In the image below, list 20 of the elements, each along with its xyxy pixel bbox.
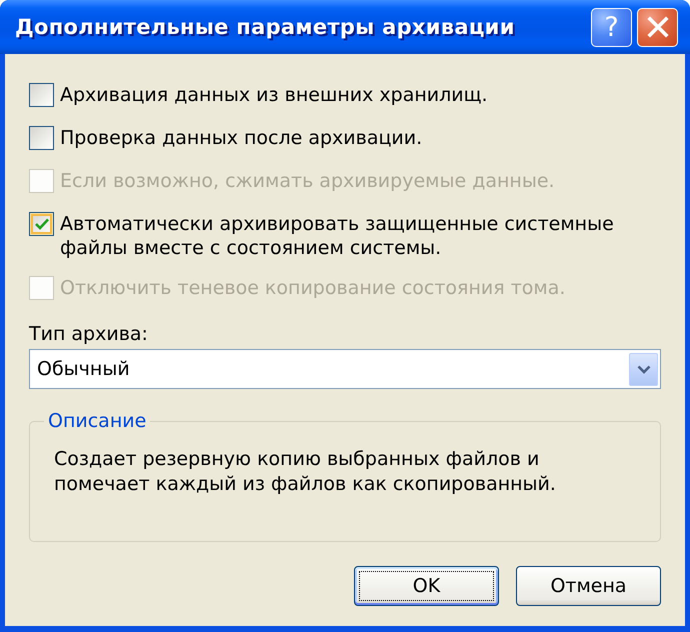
window-title: Дополнительные параметры архивации bbox=[15, 15, 516, 39]
dialog-button[interactable]: Отмена bbox=[516, 566, 661, 606]
dialog-button[interactable]: OK bbox=[354, 566, 499, 606]
checkbox[interactable] bbox=[29, 126, 54, 150]
field-label: Тип архива: bbox=[29, 322, 148, 346]
dropdown-button[interactable] bbox=[629, 352, 658, 386]
checkbox-label: Автоматически архивировать защищенные системные файлы вместе с состоянием системы. bbox=[60, 212, 615, 260]
groupbox-title: Описание bbox=[47, 409, 148, 433]
checkbox-label: Отключить теневое копирование состояния тома. bbox=[60, 276, 566, 300]
checkbox-label: Архивация данных из внешних хранилищ. bbox=[60, 83, 488, 107]
checkbox-label: Проверка данных после архивации. bbox=[60, 126, 422, 150]
checkbox-label: Если возможно, сжимать архивируемые данные. bbox=[60, 169, 555, 193]
checkbox[interactable] bbox=[29, 212, 54, 236]
checkbox[interactable] bbox=[29, 83, 54, 107]
close-icon bbox=[646, 16, 668, 38]
dropdown-field[interactable]: Обычный bbox=[29, 349, 661, 389]
close-button[interactable] bbox=[637, 8, 678, 46]
description-text: Создает резервную копию выбранных файлов и помечает каждый из файлов как скопированный. bbox=[54, 447, 557, 497]
chevron-down-icon bbox=[636, 364, 650, 374]
checkmark-icon bbox=[34, 218, 48, 230]
